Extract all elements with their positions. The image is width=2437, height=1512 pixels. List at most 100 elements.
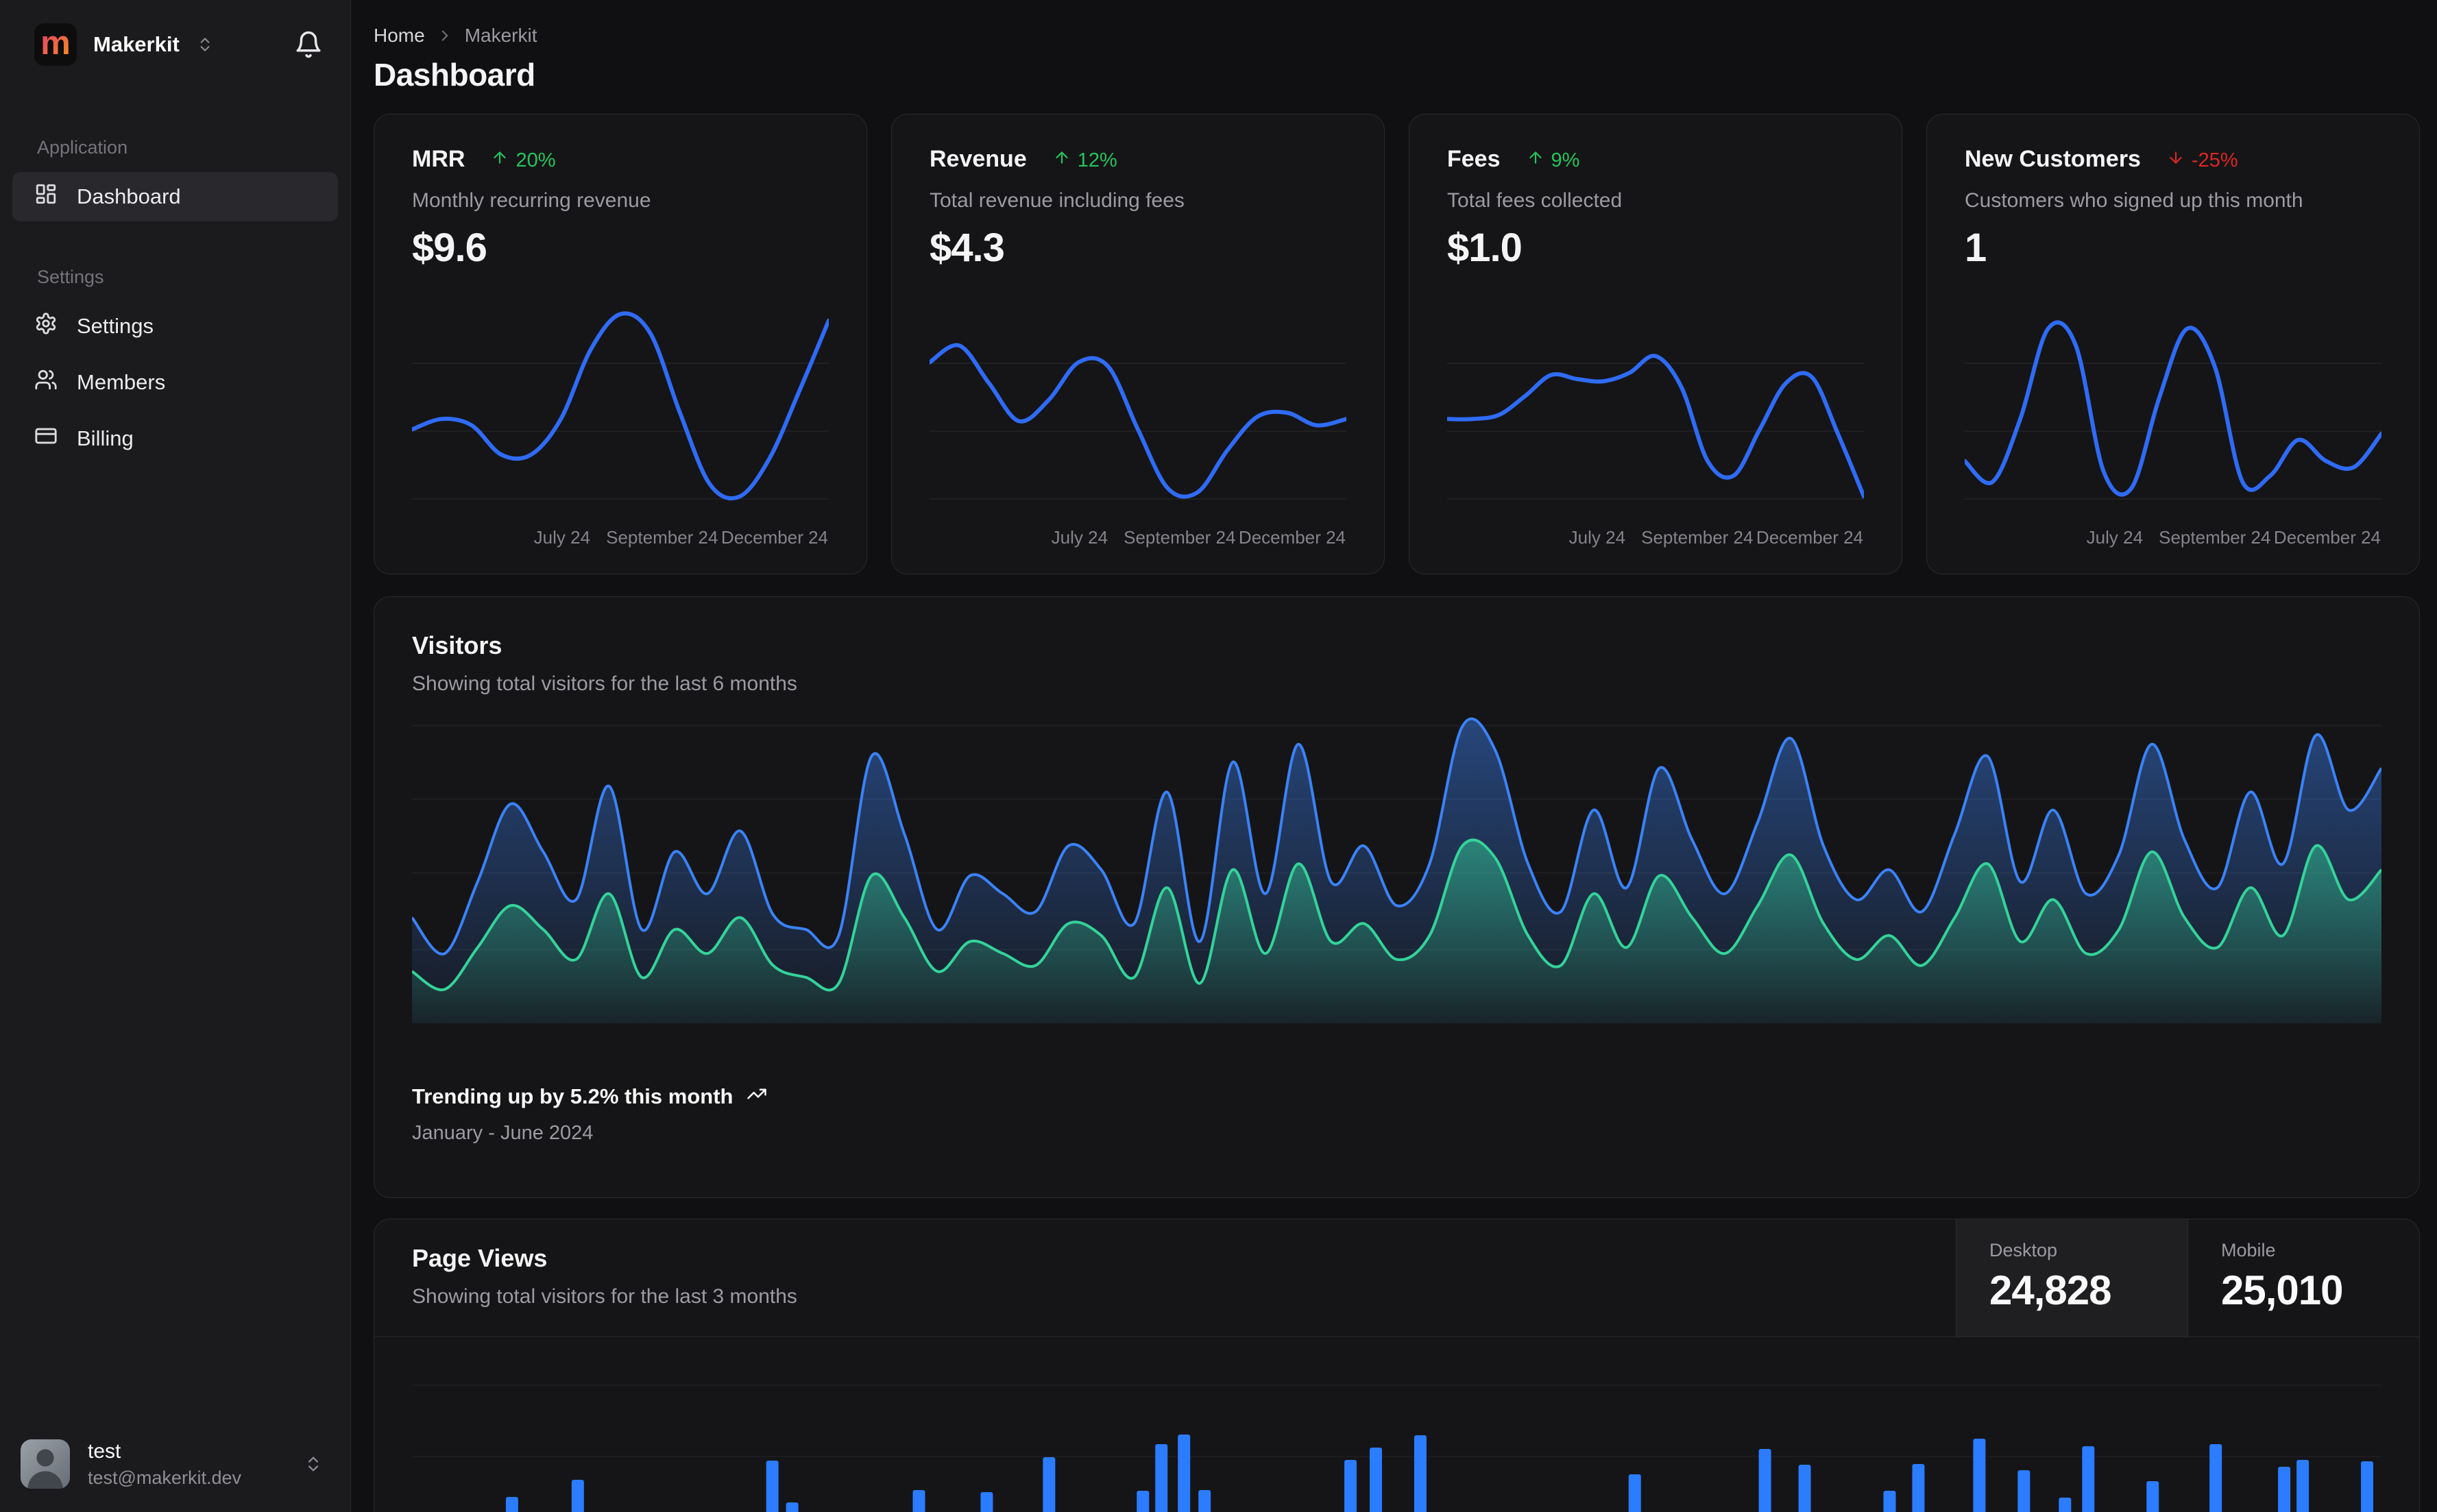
visitors-area-chart[interactable] [412,716,2381,1023]
stat-card-mrr: MRR 20% Monthly recurring revenue $9.6 J… [374,114,867,574]
x-tick: December 24 [720,527,828,548]
trending-up-icon [747,1084,767,1110]
trend-badge: 9% [1527,149,1580,172]
stat-title: Revenue [930,146,1027,172]
trend-value: -25% [2191,149,2238,171]
trend-badge: 20% [491,149,555,172]
x-tick: July 24 [533,527,591,548]
x-tick: September 24 [1124,527,1236,548]
visitors-footer: Trending up by 5.2% this month January -… [412,1084,2381,1145]
sidebar-section-settings: Settings Settings Members Billing [0,267,350,463]
arrow-up-icon [1053,149,1071,172]
x-tick: December 24 [1238,527,1346,548]
mrr-sparkline-chart[interactable]: July 24 September 24 December 24 [412,295,829,550]
layout-dashboard-icon [34,182,58,211]
x-tick: July 24 [1051,527,1108,548]
gear-icon [34,312,58,341]
chevrons-up-down-icon [304,1454,323,1474]
sidebar-section-label: Application [37,137,128,158]
credit-card-icon [34,424,58,453]
arrow-up-icon [491,149,509,172]
chevron-right-icon [436,27,454,45]
stat-title: MRR [412,146,465,172]
x-axis-labels: July 24 September 24 December 24 [1965,527,2381,550]
revenue-sparkline-chart[interactable]: July 24 September 24 December 24 [930,295,1346,550]
workspace-name[interactable]: Makerkit [93,32,180,57]
user-name: test [88,1439,121,1463]
page-views-toggles: Desktop 24,828 Mobile 25,010 [1956,1219,2419,1337]
x-tick: July 24 [1568,527,1626,548]
breadcrumb-current: Makerkit [464,25,537,46]
visitors-date-range: January - June 2024 [412,1122,594,1144]
stat-card-revenue: Revenue 12% Total revenue including fees… [891,114,1385,574]
x-tick: September 24 [1641,527,1754,548]
breadcrumb-home-link[interactable]: Home [374,25,425,47]
makerkit-dashboard: { "app": { "title": "Makerkit" }, "color… [0,0,2437,1512]
stat-title: New Customers [1965,146,2141,172]
sidebar: m Makerkit Application Dashboard Setting… [0,0,351,1512]
visitors-trend-text: Trending up by 5.2% this month [412,1084,733,1108]
toggle-mobile[interactable]: Mobile 25,010 [2187,1219,2419,1337]
stat-value: 1 [1965,225,1987,270]
sidebar-item-billing[interactable]: Billing [12,414,338,463]
makerkit-logo: m [34,23,77,66]
stat-value: $9.6 [412,225,487,270]
sidebar-item-label: Settings [77,314,154,338]
stat-description: Monthly recurring revenue [412,189,651,212]
user-email: test@makerkit.dev [88,1467,241,1489]
stat-description: Total revenue including fees [930,189,1185,212]
sidebar-item-members[interactable]: Members [12,358,338,407]
page-views-header: Page Views Showing total visitors for th… [374,1219,2419,1337]
sidebar-item-dashboard[interactable]: Dashboard [12,172,338,221]
stat-cards-row: MRR 20% Monthly recurring revenue $9.6 J… [374,114,2420,574]
bell-icon[interactable] [294,30,323,59]
stat-title: Fees [1447,146,1501,172]
x-axis-labels: July 24 September 24 December 24 [1447,527,1864,550]
x-tick: December 24 [1756,527,1863,548]
sidebar-item-label: Dashboard [77,184,181,208]
trend-badge: -25% [2167,149,2238,172]
toggle-label: Desktop [1989,1240,2058,1260]
visitors-title: Visitors [412,631,502,659]
stat-value: $4.3 [930,225,1005,270]
trend-badge: 12% [1053,149,1117,172]
arrow-down-icon [2167,149,2185,172]
trend-value: 9% [1551,149,1580,171]
sidebar-item-label: Billing [77,426,134,450]
arrow-up-icon [1527,149,1544,172]
trend-value: 12% [1077,149,1117,171]
stat-value: $1.0 [1447,225,1523,270]
toggle-value: 25,010 [2221,1267,2344,1313]
stat-description: Total fees collected [1447,189,1623,212]
fees-sparkline-chart[interactable]: July 24 September 24 December 24 [1447,295,1864,550]
toggle-value: 24,828 [1989,1267,2112,1313]
svg-text:m: m [40,25,71,62]
sidebar-item-settings[interactable]: Settings [12,302,338,351]
breadcrumb: Home Makerkit [374,25,2420,47]
new-customers-sparkline-chart[interactable]: July 24 September 24 December 24 [1965,295,2381,550]
stat-card-fees: Fees 9% Total fees collected $1.0 July 2… [1409,114,1902,574]
stat-description: Customers who signed up this month [1965,189,2303,212]
page-title: Dashboard [374,57,535,93]
page-views-card: Page Views Showing total visitors for th… [374,1219,2420,1512]
sidebar-section-application: Application Dashboard [0,137,350,221]
avatar [21,1439,70,1489]
main-content: Home Makerkit Dashboard MRR 20% Monthly … [351,0,2437,1512]
page-views-bar-chart[interactable] [412,1356,2381,1512]
toggle-label: Mobile [2221,1240,2276,1260]
x-tick: September 24 [2159,527,2271,548]
x-axis-labels: July 24 September 24 December 24 [412,527,829,550]
x-tick: December 24 [2273,527,2381,548]
x-axis-labels: July 24 September 24 December 24 [930,527,1346,550]
user-menu[interactable]: test test@makerkit.dev [0,1421,350,1512]
sidebar-header: m Makerkit [0,0,350,66]
visitors-card: Visitors Showing total visitors for the … [374,596,2420,1198]
sidebar-item-label: Members [77,370,166,394]
stat-card-new-customers: New Customers -25% Customers who signed … [1926,114,2420,574]
trend-value: 20% [516,149,556,171]
users-icon [34,368,58,397]
visitors-subtitle: Showing total visitors for the last 6 mo… [412,672,797,695]
toggle-desktop[interactable]: Desktop 24,828 [1956,1219,2187,1337]
sidebar-section-label: Settings [37,267,104,287]
chevrons-up-down-icon[interactable] [196,36,214,53]
